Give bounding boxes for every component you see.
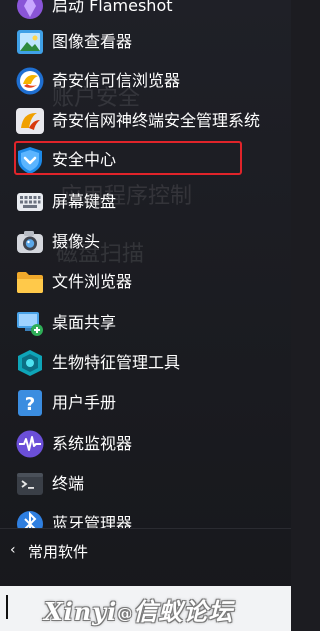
qianxin-browser-icon [14, 65, 45, 96]
biometric-icon [14, 347, 45, 378]
qianxin-security-icon [14, 105, 45, 136]
help-icon: ? [14, 387, 45, 418]
folder-icon [14, 266, 45, 297]
footer-label: 常用软件 [28, 543, 89, 561]
watermark-cn: 信蚁论坛 [133, 597, 234, 626]
menu-item-label: 启动 Flameshot [52, 0, 173, 15]
menu-item-label: 奇安信网神终端安全管理系统 [52, 111, 261, 130]
forum-watermark: Xinyi@信蚁论坛 [44, 592, 233, 627]
image-viewer-icon [14, 26, 45, 57]
flameshot-icon [14, 0, 45, 21]
desktop-share-icon [14, 307, 45, 338]
keyboard-icon [14, 186, 45, 217]
menu-item-qianxin-security[interactable]: 奇安信网神终端安全管理系统 [0, 101, 291, 141]
menu-item-label: 生物特征管理工具 [52, 353, 181, 372]
terminal-icon [14, 468, 45, 499]
watermark-at: @ [117, 604, 134, 623]
menu-item-desktop-share[interactable]: 桌面共享 [0, 303, 291, 343]
text-caret [6, 595, 8, 619]
chevron-left-icon: ‹ [10, 542, 16, 558]
menu-item-file-browser[interactable]: 文件浏览器 [0, 262, 291, 302]
red-highlight-box [14, 141, 242, 175]
start-menu: 账户安全 应用程序控制 磁盘扫描 启动 Flameshot 图像查看器 奇安信可… [0, 0, 291, 631]
menu-item-biometric-tool[interactable]: 生物特征管理工具 [0, 343, 291, 383]
divider [0, 528, 291, 529]
watermark-text: Xinyi [44, 597, 118, 626]
bluetooth-icon [14, 508, 45, 528]
menu-item-screen-keyboard[interactable]: 屏幕键盘 [0, 182, 291, 222]
menu-item-terminal[interactable]: 终端 [0, 464, 291, 504]
menu-item-bluetooth[interactable]: 蓝牙管理器 [0, 504, 291, 528]
menu-item-label: 用户手册 [52, 393, 117, 412]
camera-icon [14, 226, 45, 257]
menu-item-camera[interactable]: 摄像头 [0, 222, 291, 262]
menu-item-system-monitor[interactable]: 系统监视器 [0, 424, 291, 464]
menu-item-label: 屏幕键盘 [52, 192, 117, 211]
system-monitor-icon [14, 428, 45, 459]
menu-item-qianxin-browser[interactable]: 奇安信可信浏览器 [0, 61, 291, 101]
menu-item-label: 终端 [52, 474, 85, 493]
menu-item-label: 文件浏览器 [52, 272, 133, 291]
menu-item-label: 系统监视器 [52, 434, 133, 453]
menu-item-label: 摄像头 [52, 232, 101, 251]
menu-item-label: 图像查看器 [52, 32, 133, 51]
menu-item-image-viewer[interactable]: 图像查看器 [0, 22, 291, 62]
svg-text:?: ? [24, 394, 34, 415]
common-software-button[interactable]: ‹ 常用软件 [0, 534, 291, 568]
menu-item-label: 桌面共享 [52, 313, 117, 332]
menu-item-label: 奇安信可信浏览器 [52, 71, 181, 90]
menu-item-label: 蓝牙管理器 [52, 514, 133, 528]
menu-item-user-manual[interactable]: ? 用户手册 [0, 383, 291, 423]
